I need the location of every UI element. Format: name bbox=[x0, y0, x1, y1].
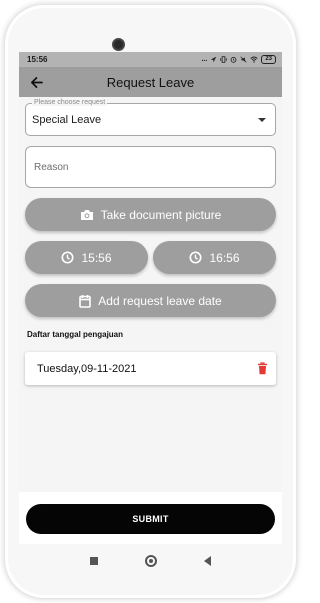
date-item-text: Tuesday,09-11-2021 bbox=[37, 362, 137, 375]
dropdown-arrow-icon bbox=[258, 118, 266, 122]
leave-type-label: Please choose request bbox=[32, 99, 108, 106]
take-document-picture-button[interactable]: Take document picture bbox=[25, 198, 276, 231]
vibrate-icon bbox=[220, 56, 227, 63]
recent-apps-icon[interactable] bbox=[90, 557, 98, 565]
trash-icon[interactable] bbox=[257, 362, 268, 375]
start-time-label: 15:56 bbox=[81, 250, 112, 265]
dates-section-label: Daftar tanggal pengajuan bbox=[27, 330, 124, 339]
location-arrow-icon bbox=[211, 56, 217, 63]
submit-button[interactable]: SUBMIT bbox=[26, 504, 275, 534]
status-time: 15:56 bbox=[27, 55, 48, 64]
list-item: Tuesday,09-11-2021 bbox=[25, 352, 276, 385]
back-triangle-icon[interactable] bbox=[204, 556, 211, 566]
status-icons: ... 23 bbox=[201, 55, 276, 64]
page-title: Request Leave bbox=[106, 74, 195, 90]
take-document-picture-label: Take document picture bbox=[100, 207, 222, 222]
status-bar: 15:56 ... 23 bbox=[19, 52, 282, 67]
android-navigation-bar bbox=[19, 548, 282, 574]
wifi-icon bbox=[250, 56, 258, 63]
time-row: 15:56 16:56 bbox=[25, 241, 276, 274]
front-camera-icon bbox=[112, 38, 125, 51]
alarm-icon bbox=[230, 56, 237, 63]
home-icon[interactable] bbox=[145, 555, 157, 567]
camera-icon bbox=[80, 209, 93, 220]
end-time-label: 16:56 bbox=[209, 250, 240, 265]
start-time-button[interactable]: 15:56 bbox=[25, 241, 148, 274]
bottom-bar: SUBMIT bbox=[19, 492, 282, 544]
add-request-leave-date-label: Add request leave date bbox=[98, 293, 222, 308]
silent-icon bbox=[240, 56, 247, 63]
end-time-button[interactable]: 16:56 bbox=[153, 241, 276, 274]
leave-type-select[interactable]: Please choose request Special Leave bbox=[25, 99, 276, 136]
arrow-left-icon bbox=[30, 76, 43, 88]
clock-icon bbox=[189, 251, 203, 264]
clock-icon bbox=[61, 251, 75, 264]
calendar-icon bbox=[79, 294, 92, 308]
battery-icon: 23 bbox=[261, 55, 276, 64]
add-request-leave-date-button[interactable]: Add request leave date bbox=[25, 284, 276, 317]
reason-field[interactable] bbox=[25, 146, 276, 188]
dots-icon: ... bbox=[201, 56, 208, 63]
back-button[interactable] bbox=[21, 67, 51, 97]
phone-screen: 15:56 ... 23 Request Leave Please choose… bbox=[19, 52, 282, 544]
leave-type-value: Special Leave bbox=[32, 114, 102, 126]
reason-input[interactable] bbox=[26, 147, 275, 187]
form-content: Please choose request Special Leave Take… bbox=[19, 99, 282, 385]
app-bar: Request Leave bbox=[19, 67, 282, 97]
